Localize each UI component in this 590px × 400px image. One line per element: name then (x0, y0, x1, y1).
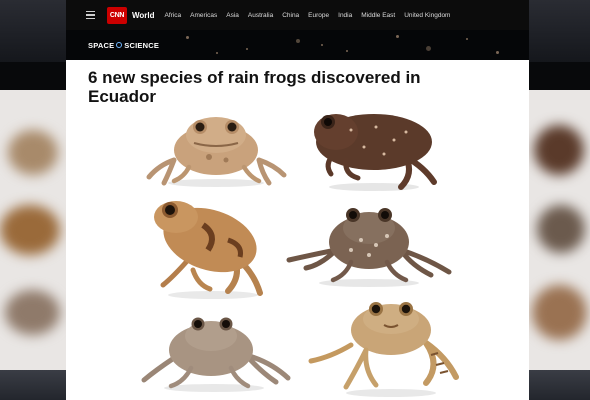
section-title-left: SPACE (88, 40, 115, 50)
cnn-logo[interactable]: CNN (107, 6, 127, 24)
nav-item-australia[interactable]: Australia (248, 12, 273, 19)
nav-item-india[interactable]: India (338, 12, 352, 19)
blurred-background-right (529, 0, 590, 400)
article-headline: 6 new species of rain frogs discovered i… (88, 68, 421, 106)
frog-image-5 (136, 310, 296, 395)
nav-item-africa[interactable]: Africa (165, 12, 182, 19)
nav-item-asia[interactable]: Asia (226, 12, 239, 19)
nav-item-americas[interactable]: Americas (190, 12, 217, 19)
hamburger-icon[interactable] (86, 11, 95, 19)
top-navigation: CNN World Africa Americas Asia Australia… (66, 0, 529, 30)
nav-item-united-kingdom[interactable]: United Kingdom (404, 12, 450, 19)
frog-image-2 (306, 102, 441, 194)
frog-image-1 (144, 105, 289, 190)
frog-image-6 (306, 295, 466, 400)
blurred-background-left (0, 0, 66, 400)
nav-item-china[interactable]: China (282, 12, 299, 19)
nav-item-europe[interactable]: Europe (308, 12, 329, 19)
globe-icon (116, 42, 123, 48)
frog-image-3 (148, 195, 278, 303)
article-page: CNN World Africa Americas Asia Australia… (66, 0, 529, 400)
edition-label[interactable]: World (132, 11, 155, 20)
section-title-right: SCIENCE (124, 40, 160, 50)
frog-image-4 (281, 200, 456, 290)
section-banner: SPACE SCIENCE (66, 30, 529, 60)
section-title[interactable]: SPACE SCIENCE (88, 41, 159, 50)
nav-item-middle-east[interactable]: Middle East (361, 12, 395, 19)
